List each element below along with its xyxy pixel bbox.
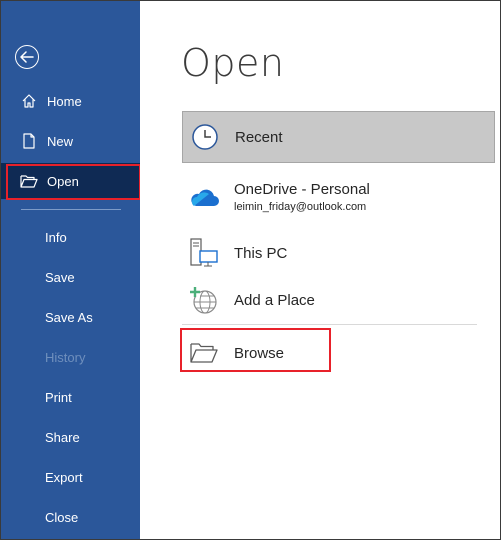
sidebar-item-label: Info: [45, 229, 67, 245]
account-email: leimin_friday@outlook.com: [234, 201, 367, 213]
location-label: Add a Place: [234, 291, 315, 309]
sidebar-item-info[interactable]: Info: [1, 219, 140, 255]
sidebar-item-label: Print: [45, 389, 72, 405]
sidebar-item-close[interactable]: Close: [1, 499, 140, 535]
computer-icon: [188, 237, 220, 269]
sidebar-item-label: Close: [45, 509, 79, 525]
open-panel: Open Recent OneDrive - Personal leimin_f…: [140, 1, 500, 539]
sidebar-divider: [21, 209, 121, 210]
backstage-window: Home New Open Info Save Save As History: [0, 0, 501, 540]
location-browse[interactable]: Browse: [182, 331, 284, 375]
sidebar-item-label: New: [47, 133, 74, 149]
sidebar-item-label: History: [45, 349, 86, 365]
open-folder-icon: [19, 171, 39, 191]
page-title: Open: [181, 41, 285, 85]
new-document-icon: [19, 131, 39, 151]
location-this-pc[interactable]: This PC: [182, 231, 287, 275]
location-onedrive[interactable]: OneDrive - Personal leimin_friday@outloo…: [182, 175, 370, 219]
sidebar-item-share[interactable]: Share: [1, 419, 140, 455]
location-recent[interactable]: Recent: [182, 111, 495, 163]
sidebar-item-label: Share: [45, 429, 80, 445]
sidebar-item-label: Home: [47, 93, 82, 109]
sidebar-item-print[interactable]: Print: [1, 379, 140, 415]
cloud-icon: [188, 181, 220, 213]
location-label: This PC: [234, 244, 288, 262]
location-add-place[interactable]: Add a Place: [182, 278, 315, 322]
locations-divider: [182, 324, 477, 325]
sidebar-item-save[interactable]: Save: [1, 259, 140, 295]
location-label: OneDrive - Personal: [234, 181, 370, 198]
home-icon: [19, 91, 39, 111]
add-globe-icon: [188, 284, 220, 316]
sidebar-item-label: Save: [45, 269, 75, 285]
sidebar-item-label: Export: [45, 469, 83, 485]
sidebar-item-home[interactable]: Home: [1, 83, 140, 119]
back-arrow-icon[interactable]: [15, 45, 39, 69]
location-label: Recent: [235, 128, 283, 146]
clock-icon: [189, 121, 221, 153]
backstage-sidebar: Home New Open Info Save Save As History: [1, 1, 140, 539]
sidebar-item-history: History: [1, 339, 140, 375]
sidebar-item-save-as[interactable]: Save As: [1, 299, 140, 335]
folder-icon: [188, 337, 220, 369]
sidebar-item-export[interactable]: Export: [1, 459, 140, 495]
onedrive-text: OneDrive - Personal leimin_friday@outloo…: [234, 181, 370, 213]
sidebar-item-label: Save As: [45, 309, 93, 325]
sidebar-item-new[interactable]: New: [1, 123, 140, 159]
sidebar-item-label: Open: [47, 173, 79, 189]
sidebar-item-open[interactable]: Open: [1, 163, 140, 199]
location-label: Browse: [234, 344, 285, 362]
